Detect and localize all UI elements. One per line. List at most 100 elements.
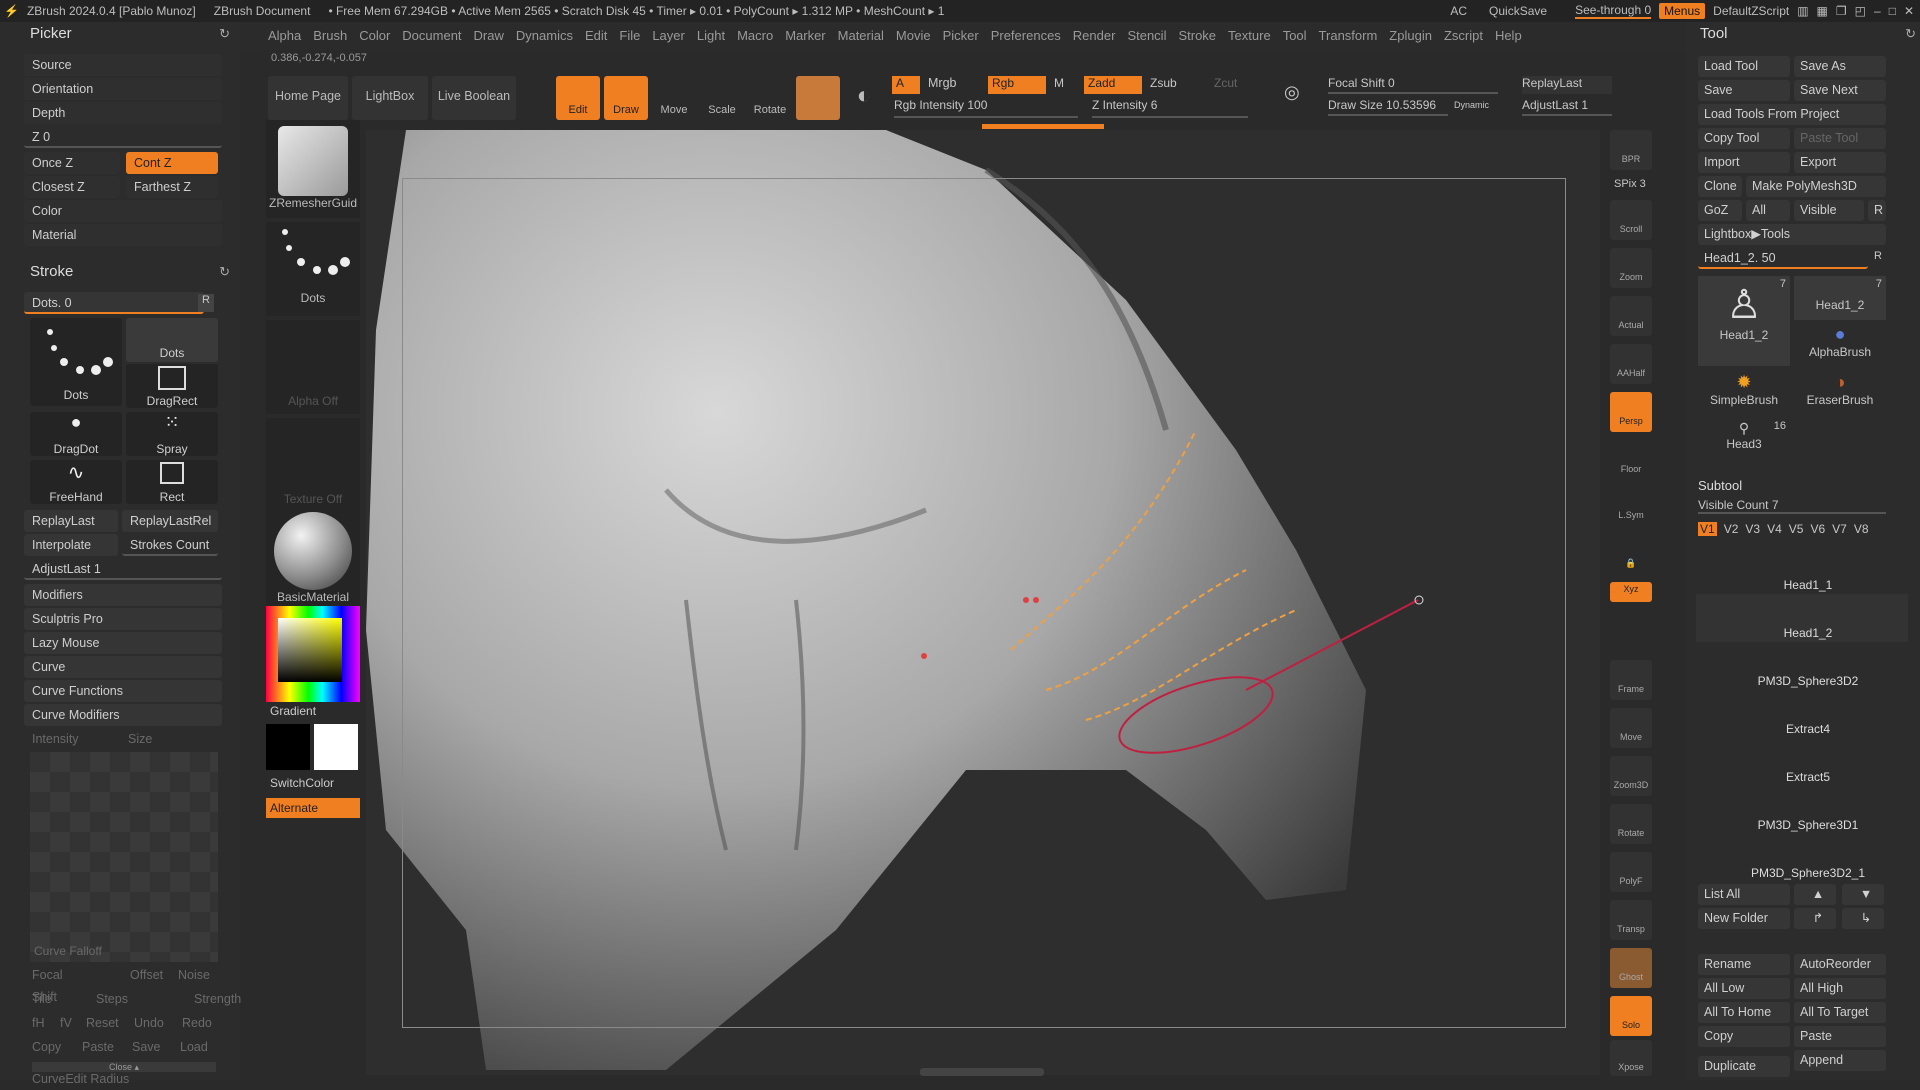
polyf-button[interactable]: PolyF (1610, 852, 1652, 892)
load-tool-button[interactable]: Load Tool (1698, 56, 1790, 77)
paste-tool-button[interactable]: Paste Tool (1794, 128, 1886, 149)
sculptris-button[interactable]: Sculptris Pro (24, 608, 222, 630)
switchcolor-button[interactable]: SwitchColor (270, 776, 334, 790)
lightbox-tools-button[interactable]: Lightbox▶Tools (1698, 224, 1886, 245)
picker-color-button[interactable]: Color (24, 200, 222, 222)
reset-button[interactable]: Reset (78, 1012, 119, 1034)
replaylastrel-button[interactable]: ReplayLastRel (122, 510, 218, 532)
focalshift-label[interactable]: Focal Shift (24, 964, 84, 1004)
oncez-button[interactable]: Once Z (24, 152, 120, 174)
minimize-icon[interactable]: – (1874, 4, 1881, 18)
subtool-row[interactable]: Extract5 (1696, 738, 1908, 786)
arrow-down-icon[interactable]: ▼ (1842, 884, 1884, 905)
xyz-button[interactable]: Xyz (1610, 582, 1652, 602)
rotate-view-button[interactable]: Rotate (1610, 804, 1652, 844)
visible-button[interactable]: Visible (1794, 200, 1864, 221)
menu-layer[interactable]: Layer (652, 28, 685, 43)
version-v8[interactable]: V8 (1854, 522, 1869, 536)
material-swatch-button[interactable] (796, 76, 840, 120)
version-v6[interactable]: V6 (1810, 522, 1825, 536)
dots-slider[interactable]: Dots. 0 (24, 292, 204, 314)
tile-label[interactable]: Tile (24, 988, 84, 1010)
alternate-button[interactable]: Alternate (266, 798, 360, 818)
alllow-button[interactable]: All Low (1698, 978, 1790, 999)
brush-freehand[interactable]: ∿ FreeHand (30, 460, 122, 504)
main-color-swatch[interactable] (314, 724, 358, 770)
arrow-up-icon[interactable]: ▲ (1794, 884, 1836, 905)
brush-spray[interactable]: ⁙ Spray (126, 412, 218, 456)
farthestz-button[interactable]: Farthest Z (126, 176, 218, 198)
paste-button[interactable]: Paste (74, 1036, 120, 1058)
subtool-header[interactable]: Subtool (1698, 478, 1742, 493)
version-v4[interactable]: V4 (1767, 522, 1782, 536)
xpose-button[interactable]: Xpose (1610, 1040, 1652, 1076)
menus-button[interactable]: Menus (1659, 3, 1706, 19)
menu-brush[interactable]: Brush (313, 28, 347, 43)
zoom3d-button[interactable]: Zoom3D (1610, 756, 1652, 796)
edit-button[interactable]: Edit (556, 76, 600, 120)
persp-button[interactable]: Persp (1610, 392, 1652, 432)
a-button[interactable]: A (892, 76, 920, 94)
maximize-icon[interactable]: □ (1889, 4, 1896, 18)
interpolate-toggle[interactable]: Interpolate (24, 534, 118, 556)
move-view-button[interactable]: Move (1610, 708, 1652, 748)
tool-thumb-eraserbrush[interactable]: ◑ EraserBrush (1794, 372, 1886, 416)
alpha-thumb[interactable]: Alpha Off (266, 320, 360, 414)
goz-button[interactable]: GoZ (1698, 200, 1742, 221)
z-slider[interactable]: Z 0 (24, 126, 222, 148)
move-button[interactable]: Move (652, 76, 696, 120)
menu-tool[interactable]: Tool (1283, 28, 1307, 43)
alltohome-button[interactable]: All To Home (1698, 1002, 1790, 1023)
draw-button[interactable]: Draw (604, 76, 648, 120)
brush-rect[interactable]: Rect (126, 460, 218, 504)
adjustlast-top-slider[interactable]: AdjustLast 1 (1522, 98, 1612, 116)
quicksave-button[interactable]: QuickSave (1489, 4, 1547, 18)
subtool-row[interactable]: PM3D_Sphere3D2_1 (1696, 834, 1908, 882)
material-thumb[interactable]: BasicMaterial (266, 512, 360, 606)
rgb-button[interactable]: Rgb (988, 76, 1046, 94)
stroke-header[interactable]: Stroke ↻ (0, 260, 240, 284)
brush-dots-large[interactable]: Dots (30, 318, 122, 406)
solo-button[interactable]: Solo (1610, 996, 1652, 1036)
menu-preferences[interactable]: Preferences (991, 28, 1061, 43)
scale-button[interactable]: Scale (700, 76, 744, 120)
move-into-icon[interactable]: ↱ (1794, 908, 1836, 929)
sculptris-icon[interactable]: ◎ (1284, 82, 1300, 103)
color-square[interactable] (278, 618, 342, 682)
save-as-button[interactable]: Save As (1794, 56, 1886, 77)
subtool-copy-button[interactable]: Copy (1698, 1026, 1790, 1047)
orientation-button[interactable]: Orientation (24, 78, 222, 100)
curvefunctions-button[interactable]: Curve Functions (24, 680, 222, 702)
duplicate-button[interactable]: Duplicate (1698, 1056, 1790, 1077)
color-picker[interactable] (266, 606, 360, 702)
picker-header[interactable]: Picker ↻ (0, 22, 240, 46)
menu-texture[interactable]: Texture (1228, 28, 1271, 43)
tool-thumb-alphabrush[interactable]: ● AlphaBrush (1794, 324, 1886, 368)
transp-button[interactable]: Transp (1610, 900, 1652, 940)
noise-label[interactable]: Noise (170, 964, 220, 986)
gradient-label[interactable]: Gradient (270, 704, 316, 718)
mrgb-button[interactable]: Mrgb (928, 76, 956, 90)
lightbox-button[interactable]: LightBox (352, 76, 428, 120)
lsym-button[interactable]: L.Sym (1610, 486, 1652, 526)
menu-macro[interactable]: Macro (737, 28, 773, 43)
redo-button[interactable]: Redo (174, 1012, 214, 1034)
menu-stroke[interactable]: Stroke (1178, 28, 1216, 43)
subtool-paste-button[interactable]: Paste (1794, 1026, 1886, 1047)
menu-edit[interactable]: Edit (585, 28, 607, 43)
actual-button[interactable]: Actual (1610, 296, 1652, 336)
ghost-button[interactable]: Ghost (1610, 948, 1652, 988)
load-button[interactable]: Load (172, 1036, 218, 1058)
version-v7[interactable]: V7 (1832, 522, 1847, 536)
version-v3[interactable]: V3 (1745, 522, 1760, 536)
version-v1[interactable]: V1 (1698, 522, 1717, 536)
curvemodifiers-button[interactable]: Curve Modifiers (24, 704, 222, 726)
copy-button[interactable]: Copy (24, 1036, 70, 1058)
contz-button[interactable]: Cont Z (126, 152, 218, 174)
subtool-row[interactable]: Head1_2 (1696, 594, 1908, 642)
menu-light[interactable]: Light (697, 28, 725, 43)
menu-document[interactable]: Document (402, 28, 461, 43)
tool-slider[interactable]: Head1_2. 50 (1698, 248, 1868, 269)
rename-button[interactable]: Rename (1698, 954, 1790, 975)
closestz-button[interactable]: Closest Z (24, 176, 120, 198)
